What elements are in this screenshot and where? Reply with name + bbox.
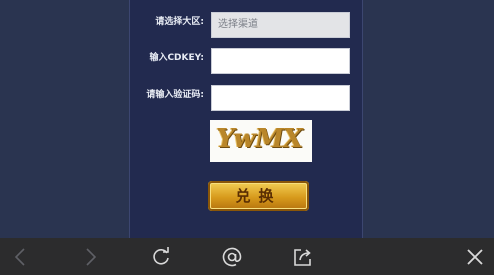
at-icon[interactable] — [214, 238, 250, 275]
exchange-button[interactable]: 兑换 — [208, 181, 309, 211]
share-icon[interactable] — [285, 238, 321, 275]
captcha-label: 请输入验证码: — [146, 90, 204, 100]
browser-toolbar — [0, 238, 494, 275]
forward-icon[interactable] — [73, 238, 109, 275]
refresh-icon[interactable] — [143, 238, 179, 275]
captcha-image[interactable]: YwMX — [210, 120, 312, 162]
server-label: 请选择大区: — [155, 17, 204, 27]
cdkey-label: 输入CDKEY: — [149, 53, 204, 63]
captcha-image-text: YwMX — [213, 124, 305, 154]
close-icon[interactable] — [457, 238, 493, 275]
cdkey-input[interactable] — [211, 48, 350, 74]
server-select[interactable]: 选择渠道 — [211, 12, 350, 38]
captcha-input[interactable] — [211, 85, 350, 111]
back-icon[interactable] — [2, 238, 38, 275]
